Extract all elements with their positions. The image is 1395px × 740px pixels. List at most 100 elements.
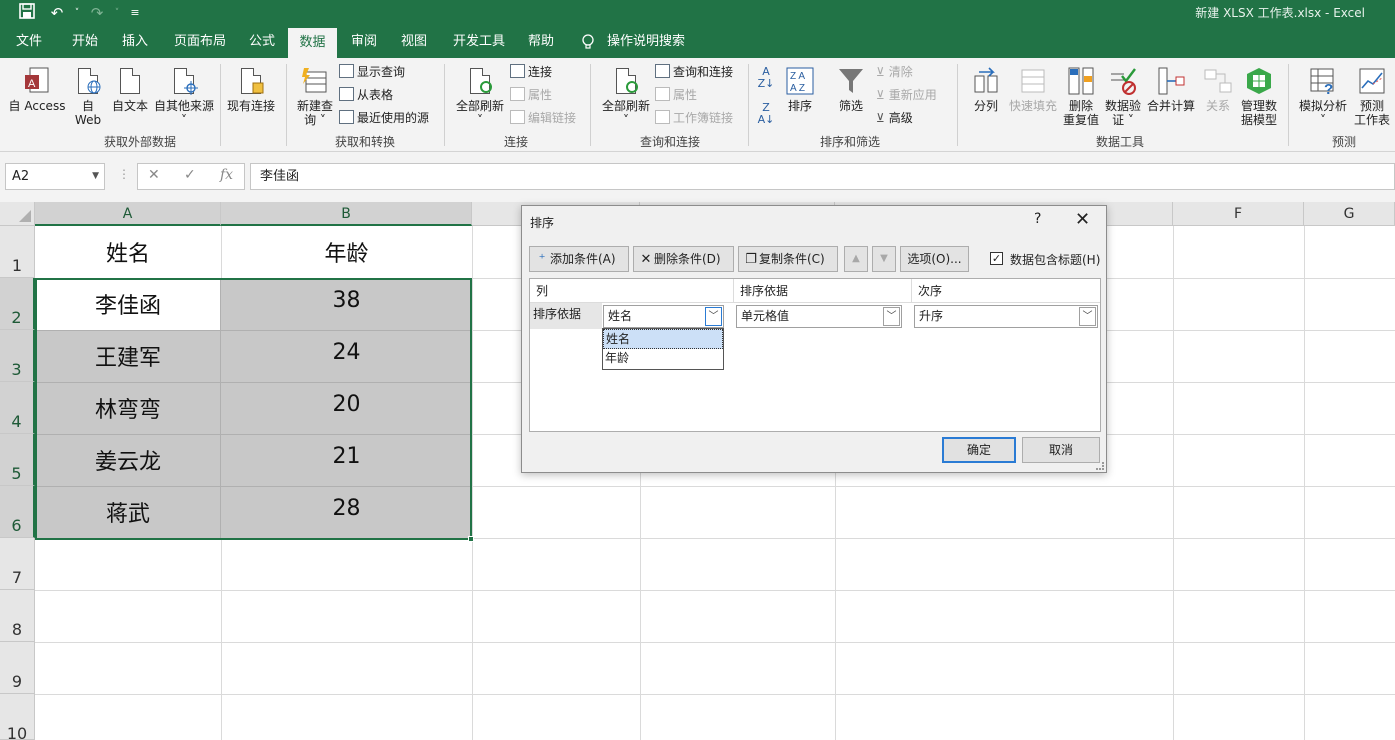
row-header-3[interactable]: 3: [0, 330, 35, 382]
select-all-corner[interactable]: [0, 202, 35, 226]
cell-a3[interactable]: 王建军: [35, 340, 221, 372]
formula-input[interactable]: 李佳函: [250, 163, 1395, 190]
sort-asc-button[interactable]: A Z↓ Z A↓: [756, 66, 776, 126]
tab-help[interactable]: 帮助: [518, 26, 564, 58]
delete-level-button[interactable]: ✕ 删除条件(D): [633, 246, 734, 272]
from-text-button[interactable]: 自文本: [110, 66, 150, 113]
advanced-filter-button[interactable]: ⊻ 高级: [876, 109, 913, 127]
tab-formulas[interactable]: 公式: [239, 26, 285, 58]
filter-button[interactable]: 筛选: [834, 66, 868, 113]
queries-connections-button[interactable]: 查询和连接: [655, 63, 733, 81]
cancel-entry-icon[interactable]: ✕: [148, 167, 160, 183]
cell-a2[interactable]: 李佳函: [35, 288, 221, 320]
dropdown-option-name[interactable]: 姓名: [603, 329, 723, 349]
query-properties-button[interactable]: 属性: [655, 86, 697, 104]
sort-column-select[interactable]: 姓名 ﹀: [603, 305, 724, 328]
tab-home[interactable]: 开始: [62, 26, 108, 58]
what-if-analysis-button[interactable]: ? 模拟分析 ˅: [1296, 66, 1350, 127]
name-box[interactable]: A2 ▼: [5, 163, 105, 190]
chevron-down-icon[interactable]: ﹀: [883, 307, 900, 326]
workbook-links-button[interactable]: 工作簿链接: [655, 109, 733, 127]
clear-filter-button[interactable]: ⊻ 清除: [876, 63, 913, 81]
close-icon[interactable]: ✕: [1075, 209, 1090, 230]
tab-developer[interactable]: 开发工具: [443, 26, 515, 58]
refresh-all-queries-button[interactable]: 全部刷新 ˅: [598, 66, 654, 127]
from-other-sources-button[interactable]: 自其他来源 ˅: [152, 66, 216, 127]
row-header-9[interactable]: 9: [0, 642, 35, 694]
cell-b6[interactable]: 28: [221, 496, 472, 521]
flash-fill-button[interactable]: 快速填充: [1007, 66, 1059, 113]
column-header-b[interactable]: B: [221, 202, 472, 226]
copy-level-button[interactable]: ❐ 复制条件(C): [738, 246, 838, 272]
resize-grip-icon[interactable]: [1096, 462, 1104, 470]
row-header-8[interactable]: 8: [0, 590, 35, 642]
row-header-10[interactable]: 10: [0, 694, 35, 740]
ok-button[interactable]: 确定: [942, 437, 1016, 463]
remove-duplicates-button[interactable]: 删除 重复值: [1062, 66, 1100, 127]
dropdown-option-age[interactable]: 年龄: [603, 349, 723, 369]
move-up-button[interactable]: ▲: [844, 246, 868, 272]
row-header-5[interactable]: 5: [0, 434, 35, 486]
cell-b1[interactable]: 年龄: [221, 236, 472, 268]
tab-view[interactable]: 视图: [391, 26, 437, 58]
undo-dropdown-icon[interactable]: ˅: [66, 3, 88, 23]
sort-button[interactable]: Z AA Z 排序: [784, 66, 816, 113]
refresh-all-button[interactable]: 全部刷新 ˅: [452, 66, 508, 127]
show-queries-button[interactable]: 显示查询: [339, 63, 405, 81]
row-header-2[interactable]: 2: [0, 278, 35, 330]
cell-b5[interactable]: 21: [221, 444, 472, 469]
tab-data[interactable]: 数据: [288, 28, 337, 58]
column-header-a[interactable]: A: [35, 202, 221, 226]
new-query-button[interactable]: 新建查 询 ˅: [292, 66, 338, 127]
row-header-1[interactable]: 1: [0, 226, 35, 278]
undo-icon[interactable]: ↶: [46, 3, 68, 23]
name-box-dropdown-icon[interactable]: ▼: [92, 164, 99, 189]
confirm-entry-icon[interactable]: ✓: [184, 167, 196, 183]
tab-page-layout[interactable]: 页面布局: [164, 26, 236, 58]
cell-a5[interactable]: 姜云龙: [35, 444, 221, 476]
add-level-button[interactable]: ⁺ 添加条件(A): [529, 246, 629, 272]
cancel-button[interactable]: 取消: [1022, 437, 1100, 463]
cell-a4[interactable]: 林弯弯: [35, 392, 221, 424]
tab-insert[interactable]: 插入: [112, 26, 158, 58]
help-icon[interactable]: ?: [1034, 211, 1041, 227]
insert-function-icon[interactable]: fx: [220, 167, 233, 183]
column-header-f[interactable]: F: [1173, 202, 1304, 226]
fill-handle[interactable]: [468, 536, 474, 542]
move-down-button[interactable]: ▼: [872, 246, 896, 272]
from-access-button[interactable]: A 自 Access: [6, 66, 68, 113]
from-table-button[interactable]: 从表格: [339, 86, 393, 104]
cell-a1[interactable]: 姓名: [35, 236, 221, 268]
manage-data-model-button[interactable]: 管理数 据模型: [1238, 66, 1280, 127]
data-validation-button[interactable]: 数据验 证 ˅: [1103, 66, 1143, 127]
tab-review[interactable]: 审阅: [341, 26, 387, 58]
cell-b4[interactable]: 20: [221, 392, 472, 417]
tell-me-search[interactable]: 操作说明搜索: [597, 26, 695, 58]
consolidate-button[interactable]: 合并计算: [1145, 66, 1197, 113]
options-button[interactable]: 选项(O)...: [900, 246, 969, 272]
cell-b3[interactable]: 24: [221, 340, 472, 365]
cell-a6[interactable]: 蒋武: [35, 496, 221, 528]
from-web-button[interactable]: 自 Web: [72, 66, 104, 127]
chevron-down-icon[interactable]: ﹀: [705, 307, 722, 326]
text-to-columns-button[interactable]: 分列: [970, 66, 1002, 113]
cell-b2[interactable]: 38: [221, 288, 472, 313]
sort-on-select[interactable]: 单元格值 ﹀: [736, 305, 902, 328]
row-header-6[interactable]: 6: [0, 486, 35, 538]
column-header-g[interactable]: G: [1304, 202, 1395, 226]
relationships-button[interactable]: 关系: [1200, 66, 1236, 113]
properties-button[interactable]: 属性: [510, 86, 552, 104]
connections-button[interactable]: 连接: [510, 63, 552, 81]
row-header-7[interactable]: 7: [0, 538, 35, 590]
existing-connections-button[interactable]: 现有连接: [224, 66, 278, 113]
row-header-4[interactable]: 4: [0, 382, 35, 434]
has-headers-checkbox[interactable]: ✓: [990, 252, 1003, 265]
forecast-sheet-button[interactable]: 预测 工作表: [1352, 66, 1392, 127]
tab-file[interactable]: 文件: [6, 26, 52, 58]
chevron-down-icon[interactable]: ﹀: [1079, 307, 1096, 326]
recent-sources-button[interactable]: 最近使用的源: [339, 109, 429, 127]
save-icon[interactable]: [16, 3, 38, 23]
edit-links-button[interactable]: 编辑链接: [510, 109, 576, 127]
reapply-button[interactable]: ⊻ 重新应用: [876, 86, 937, 104]
redo-icon[interactable]: ↷: [86, 3, 108, 23]
